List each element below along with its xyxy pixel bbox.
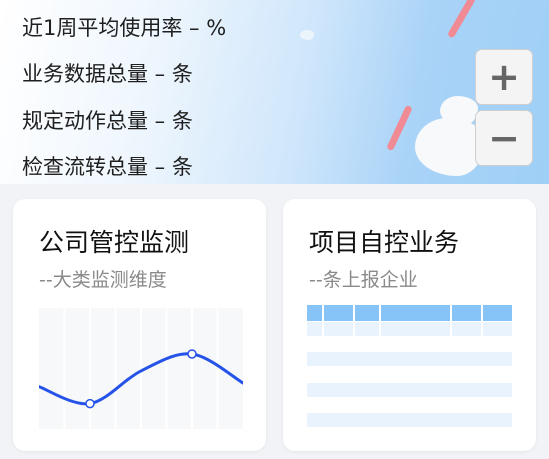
stat-business-data: 业务数据总量 – 条 <box>22 62 193 86</box>
stat-inspection: 检查流转总量 – 条 <box>22 155 193 179</box>
chart-data-point <box>187 349 197 359</box>
projects-card-title: 项目自控业务 <box>309 228 460 257</box>
plus-icon: + <box>488 55 520 99</box>
zoom-in-button[interactable]: + <box>475 49 533 105</box>
table-column-divider <box>322 305 324 337</box>
minus-icon: − <box>488 116 520 160</box>
table-column-divider <box>481 305 483 337</box>
map-route-line <box>386 104 413 152</box>
stat-usage-rate: 近1周平均使用率 – % <box>22 16 227 40</box>
chart-data-point <box>85 398 95 409</box>
monitoring-chart <box>37 308 245 429</box>
zoom-out-button[interactable]: − <box>475 110 533 166</box>
stat-actions: 规定动作总量 – 条 <box>22 109 193 133</box>
map-banner[interactable]: 近1周平均使用率 – % 业务数据总量 – 条 规定动作总量 – 条 检查流转总… <box>0 0 549 184</box>
table-column-divider <box>379 305 381 337</box>
map-route-line <box>446 0 477 39</box>
monitoring-line-chart <box>37 308 245 429</box>
monitoring-card[interactable]: 公司管控监测 --大类监测维度 <box>13 199 266 451</box>
table-row <box>307 352 512 366</box>
projects-card-subtitle: --条上报企业 <box>309 269 418 291</box>
projects-table <box>307 305 513 431</box>
table-column-divider <box>353 305 355 337</box>
monitoring-card-title: 公司管控监测 <box>39 228 190 257</box>
table-row <box>307 383 512 397</box>
table-row <box>307 413 512 427</box>
map-landmass <box>300 30 314 40</box>
map-landmass <box>440 96 478 126</box>
table-column-divider <box>450 305 452 337</box>
projects-card[interactable]: 项目自控业务 --条上报企业 <box>283 199 536 451</box>
monitoring-card-subtitle: --大类监测维度 <box>39 269 167 291</box>
